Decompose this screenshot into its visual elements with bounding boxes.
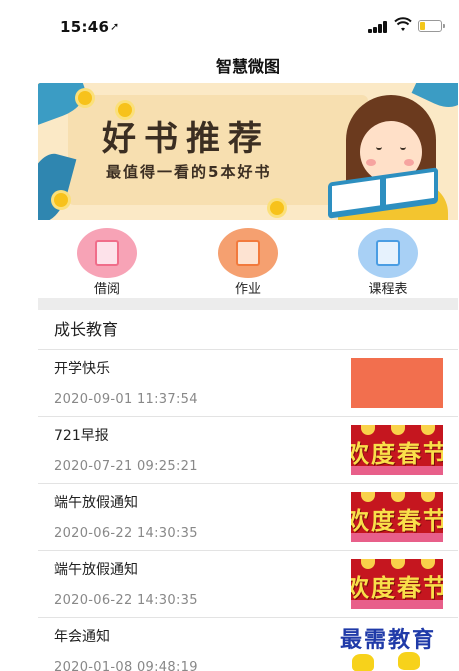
list-item[interactable]: 721早报 2020-07-21 09:25:21 欢度春节 <box>38 417 458 484</box>
article-thumbnail <box>351 358 443 408</box>
status-bar: 15:46 ➚ <box>38 0 458 52</box>
watermark-logo: 最需教育 <box>340 628 437 653</box>
status-time: 15:46 <box>60 18 110 36</box>
cellular-signal-icon <box>368 21 388 33</box>
quick-action-schedule[interactable]: 课程表 <box>343 224 433 298</box>
quick-action-label: 课程表 <box>368 282 408 297</box>
flower-decoration <box>270 201 284 215</box>
article-thumbnail: 欢度春节 <box>351 492 443 542</box>
quick-action-label: 借阅 <box>93 282 120 297</box>
location-arrow-icon: ➚ <box>110 20 120 33</box>
article-title: 开学快乐 <box>54 361 110 377</box>
article-time: 2020-09-01 11:37:54 <box>54 392 198 407</box>
battery-low-icon <box>418 20 445 32</box>
thumbnail-text: 欢度春节 <box>351 507 443 535</box>
article-time: 2020-06-22 14:30:35 <box>54 526 198 541</box>
girl-cheek <box>366 159 376 166</box>
list-item[interactable]: 端午放假通知 2020-06-22 14:30:35 欢度春节 <box>38 484 458 551</box>
pikachu-sticker <box>398 652 420 670</box>
article-time: 2020-01-08 09:48:19 <box>54 660 198 671</box>
article-thumbnail: 欢度春节 <box>351 425 443 475</box>
list-item[interactable]: 端午放假通知 2020-06-22 14:30:35 欢度春节 <box>38 551 458 618</box>
calendar-icon <box>376 240 400 266</box>
list-item[interactable]: 开学快乐 2020-09-01 11:37:54 <box>38 350 458 417</box>
girl-cheek <box>404 159 414 166</box>
page-title: 智慧微图 <box>215 57 280 76</box>
wifi-icon <box>394 17 412 33</box>
section-divider <box>38 298 458 310</box>
article-title: 年会通知 <box>54 629 110 645</box>
flower-decoration <box>78 91 92 105</box>
flower-decoration <box>54 193 68 207</box>
article-time: 2020-07-21 09:25:21 <box>54 459 198 474</box>
banner-subline: 最值得一看的5本好书 <box>106 163 272 181</box>
article-title: 端午放假通知 <box>54 562 138 578</box>
promo-banner[interactable]: 好书推荐 最值得一看的5本好书 <box>38 83 458 220</box>
section-title: 成长教育 <box>38 310 458 350</box>
thumbnail-text: 欢度春节 <box>351 574 443 602</box>
article-title: 721早报 <box>54 428 109 444</box>
article-title: 端午放假通知 <box>54 495 138 511</box>
pikachu-sticker <box>352 654 374 671</box>
homework-icon <box>236 240 260 266</box>
book-borrow-icon <box>95 240 119 266</box>
quick-action-borrow[interactable]: 借阅 <box>62 224 152 298</box>
article-thumbnail: 欢度春节 <box>351 559 443 609</box>
quick-actions: 借阅 作业 课程表 <box>38 224 458 298</box>
article-time: 2020-06-22 14:30:35 <box>54 593 198 608</box>
thumbnail-text: 欢度春节 <box>351 440 443 468</box>
banner-headline: 好书推荐 <box>102 119 270 159</box>
quick-action-homework[interactable]: 作业 <box>203 224 293 298</box>
quick-action-label: 作业 <box>234 282 261 297</box>
